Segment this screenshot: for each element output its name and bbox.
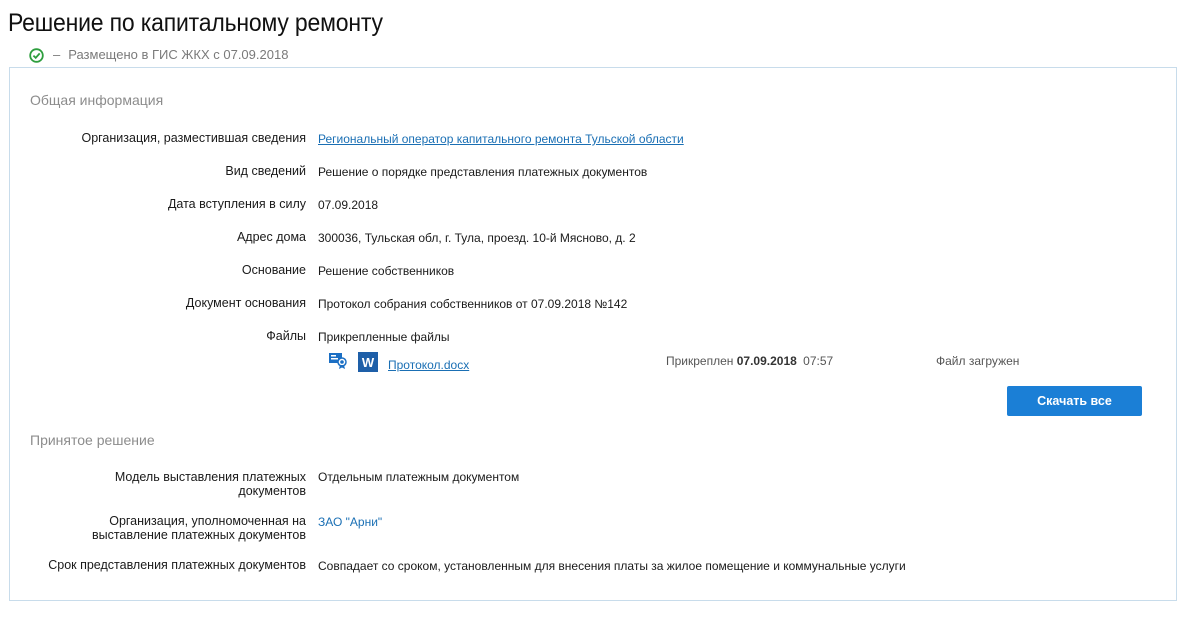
label-billing-organization-line1: Организация, уполномоченная на xyxy=(109,514,306,528)
label-billing-model-line1: Модель выставления платежных xyxy=(114,470,306,484)
svg-text:W: W xyxy=(362,355,375,370)
label-billing-organization-line2: выставление платежных документов xyxy=(91,528,306,542)
label-effective-date: Дата вступления в силу xyxy=(167,197,306,211)
placement-status: – Размещено в ГИС ЖКХ с 07.09.2018 xyxy=(29,46,288,64)
label-address: Адрес дома xyxy=(236,230,306,244)
value-address: 300036, Тульская обл, г. Тула, проезд. 1… xyxy=(318,231,636,245)
section-title-general: Общая информация xyxy=(30,92,164,108)
attached-file-row: W Протокол.docx Прикреплен 07.09.2018 07… xyxy=(328,351,1048,373)
file-attached-date: 07.09.2018 xyxy=(736,354,797,368)
status-dash: – xyxy=(53,47,61,62)
label-basis-document: Документ основания xyxy=(185,296,306,310)
label-files: Файлы xyxy=(266,329,306,343)
value-info-type: Решение о порядке представления платежны… xyxy=(318,165,648,179)
section-title-decision: Принятое решение xyxy=(30,432,155,448)
word-document-icon: W xyxy=(358,352,378,372)
value-organization[interactable]: Региональный оператор капитального ремон… xyxy=(318,132,684,146)
value-basis-document: Протокол собрания собственников от 07.09… xyxy=(318,297,628,311)
value-basis: Решение собственников xyxy=(318,264,455,278)
label-billing-organization: Организация, уполномоченная на выставлен… xyxy=(92,514,306,542)
page-title: Решение по капитальному ремонту xyxy=(8,9,383,37)
label-basis: Основание xyxy=(241,263,306,277)
file-name-link[interactable]: Протокол.docx xyxy=(388,358,469,372)
file-attached-time: 07:57 xyxy=(803,354,834,368)
label-billing-deadline: Срок представления платежных документов xyxy=(48,558,306,572)
billing-organization-link[interactable]: ЗАО "Арни" xyxy=(318,515,382,529)
value-files: Прикрепленные файлы xyxy=(318,330,450,344)
status-text: Размещено в ГИС ЖКХ с 07.09.2018 xyxy=(68,47,289,62)
label-info-type: Вид сведений xyxy=(225,164,306,178)
value-billing-deadline: Совпадает со сроком, установленным для в… xyxy=(318,559,906,573)
file-attached-prefix: Прикреплен xyxy=(666,354,734,368)
file-upload-status: Файл загружен xyxy=(936,354,1020,368)
label-organization: Организация, разместившая сведения xyxy=(81,131,306,145)
organization-link[interactable]: Региональный оператор капитального ремон… xyxy=(318,132,684,146)
check-circle-icon xyxy=(29,47,44,63)
download-all-button[interactable]: Скачать все xyxy=(1007,386,1142,416)
value-billing-model: Отдельным платежным документом xyxy=(318,470,520,484)
label-billing-model-line2: документов xyxy=(238,484,306,498)
file-attached-info: Прикреплен 07.09.2018 07:57 xyxy=(666,354,833,368)
signature-icon[interactable] xyxy=(328,351,348,369)
value-effective-date: 07.09.2018 xyxy=(318,198,379,212)
label-billing-model: Модель выставления платежных документов xyxy=(115,470,306,498)
value-billing-organization[interactable]: ЗАО "Арни" xyxy=(318,515,382,529)
